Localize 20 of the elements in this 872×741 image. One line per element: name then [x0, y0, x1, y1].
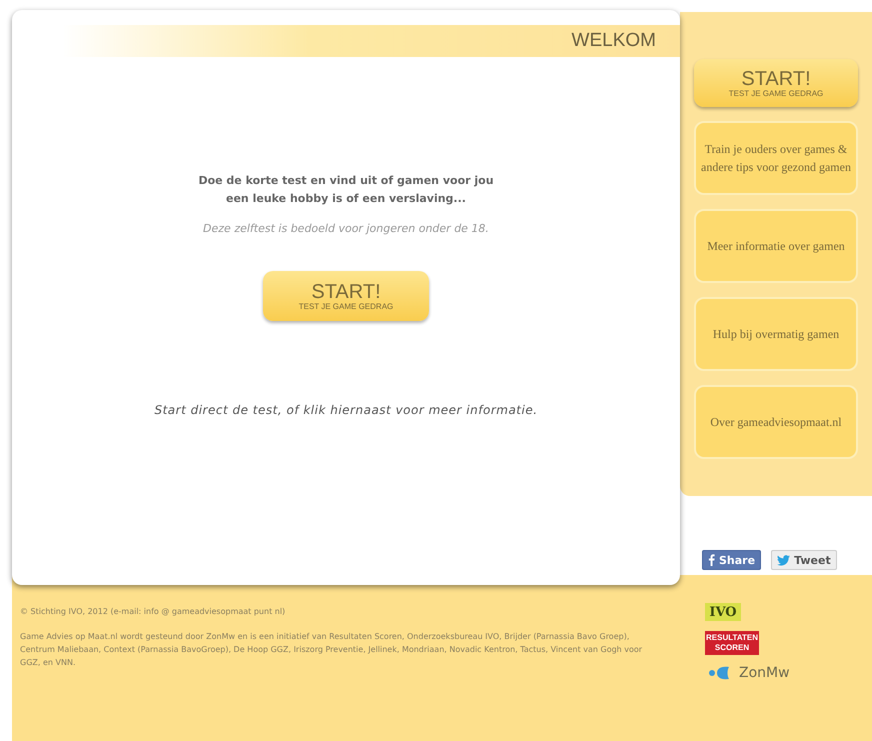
sidebar-link[interactable]: Meer informatie over gamen [694, 209, 858, 283]
copyright-text: © Stichting IVO, 2012 (e-mail: info @ gameadviesopmaat punt nl) [20, 606, 286, 618]
sidebar-link[interactable]: Train je ouders over games & andere tips voor gezond gamen [694, 121, 858, 195]
credits-text: Game Advies op Maat.nl wordt gesteund door ZonMw en is een initiatief van Resultaten Scoren, Onderzoeksbureau IVO, Brijder (Parnassia Bavo Groep), Centrum Maliebaan, Context (Parnassia BavoGroep), De Hoop GGZ, Iriszorg Preventie, Jellinek, Mondriaan, Novadic Kentron, Tactus, Vincent van Gogh voor GGZ, en VNN. [20, 631, 644, 669]
age-note: Deze zelftest is bedoeld voor jongeren onder de 18. [203, 222, 489, 235]
share-button[interactable]: Share [702, 550, 762, 570]
start-button[interactable]: START! TEST JE GAME GEDRAG [263, 271, 429, 321]
page-title: WELKOM [572, 30, 656, 52]
sidebar-link[interactable]: Over gameadviesopmaat.nl [694, 385, 858, 459]
ivo-logo[interactable]: IVO [705, 603, 741, 621]
tweet-button[interactable]: Tweet [771, 550, 837, 570]
start-button[interactable]: START! TEST JE GAME GEDRAG [694, 59, 858, 107]
resultaten-logo[interactable]: RESULTATEN SCOREN [705, 631, 759, 655]
sidebar-link[interactable]: Hulp bij overmatig gamen [694, 297, 858, 371]
zonmw-text: ZonMw [739, 665, 790, 681]
facebook-icon [708, 554, 715, 566]
bird-icon [777, 554, 790, 566]
hint-text: Start direct de test, of klik hiernaast voor meer informatie. [154, 403, 538, 417]
intro-text: Doe de korte test en vind uit of gamen voor jou een leuke hobby is of een verslaving... [198, 173, 494, 207]
zonmw-icon [709, 665, 731, 681]
